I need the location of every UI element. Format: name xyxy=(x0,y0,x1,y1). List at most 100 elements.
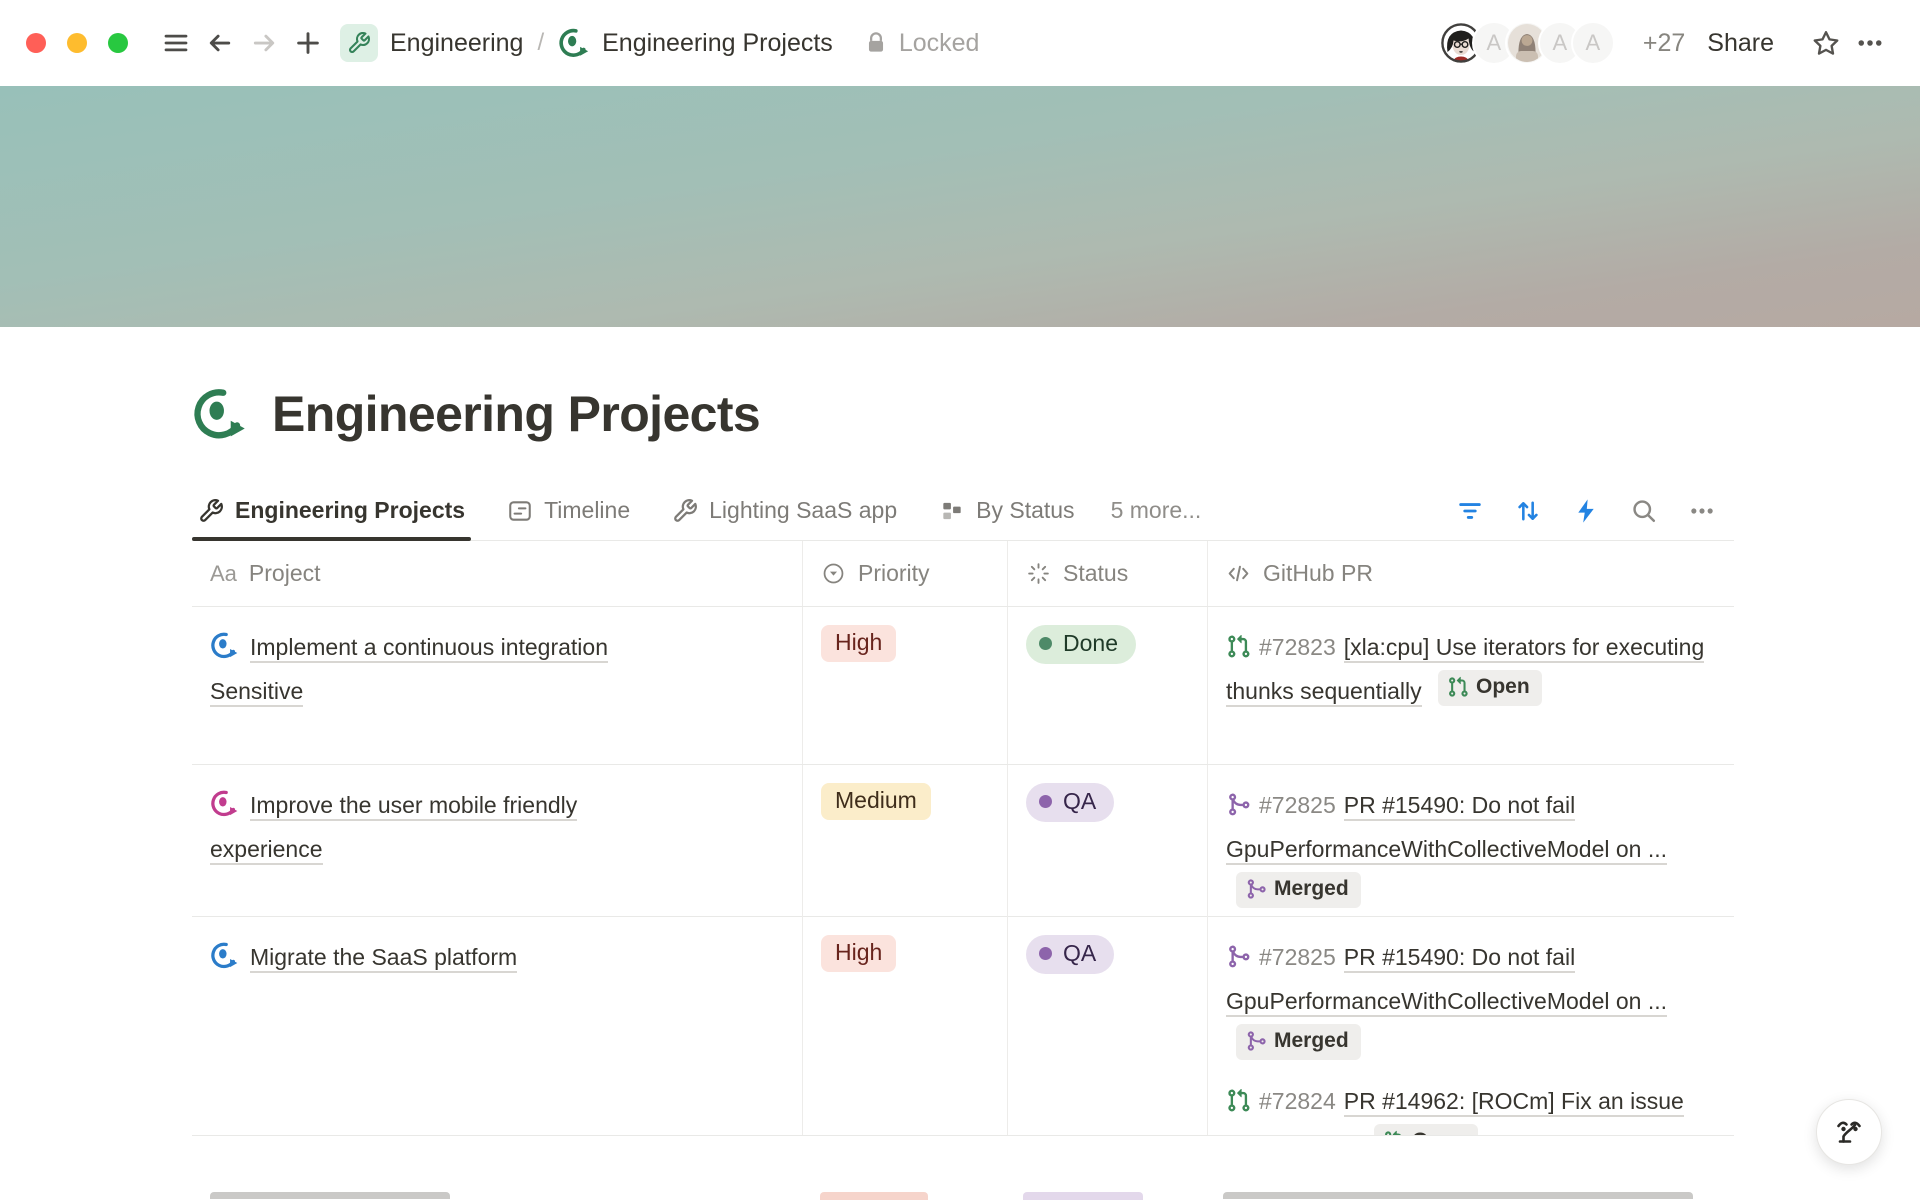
new-page-button[interactable] xyxy=(286,21,330,65)
favorite-button[interactable] xyxy=(1804,21,1848,65)
column-header-project[interactable]: Aa Project xyxy=(192,541,802,606)
github-pr-item: #72824PR #14962: [ROCm] Fix an issue wit… xyxy=(1226,1079,1720,1136)
table-header-row: Aa Project Priority Status GitHub PR xyxy=(192,541,1734,607)
tab-label: Engineering Projects xyxy=(235,497,465,524)
pull-request-icon xyxy=(1383,1130,1405,1136)
project-title-link[interactable]: Implement a continuous integration Sensi… xyxy=(210,634,608,707)
priority-tag[interactable]: High xyxy=(821,625,896,662)
column-header-priority[interactable]: Priority xyxy=(802,541,1007,606)
view-toolbar xyxy=(1448,481,1724,540)
sort-button[interactable] xyxy=(1506,489,1550,533)
pr-status-badge[interactable]: Merged xyxy=(1236,1024,1361,1060)
project-page-icon xyxy=(210,630,239,659)
tab-timeline[interactable]: Timeline xyxy=(501,481,636,540)
hammer-icon xyxy=(672,498,698,524)
top-bar: Engineering / Engineering Projects Locke… xyxy=(0,0,1920,86)
pr-badge-label: Open xyxy=(1412,1126,1466,1136)
wrench-icon xyxy=(198,498,224,524)
avatar[interactable]: A xyxy=(1571,21,1615,65)
locked-label: Locked xyxy=(899,29,980,58)
hamburger-icon xyxy=(161,28,191,58)
column-header-github-pr[interactable]: GitHub PR xyxy=(1207,541,1734,606)
tab-engineering-projects[interactable]: Engineering Projects xyxy=(192,481,471,540)
more-views-button[interactable]: 5 more... xyxy=(1111,497,1202,524)
ai-face-icon xyxy=(1829,1112,1869,1152)
filter-button[interactable] xyxy=(1448,489,1492,533)
close-window-button[interactable] xyxy=(26,33,46,53)
lock-icon xyxy=(863,30,889,56)
view-tab-bar: Engineering Projects Timeline Lighting S… xyxy=(192,481,1734,541)
tab-by-status[interactable]: By Status xyxy=(933,481,1080,540)
tab-label: Lighting SaaS app xyxy=(709,497,897,524)
page-title-icon[interactable] xyxy=(192,386,248,442)
code-icon xyxy=(1226,561,1251,586)
git-merge-icon xyxy=(1226,792,1251,817)
forward-button[interactable] xyxy=(242,21,286,65)
status-tag[interactable]: QA xyxy=(1026,783,1114,822)
status-dot xyxy=(1039,795,1052,808)
star-icon xyxy=(1811,28,1841,58)
pr-status-badge[interactable]: Open xyxy=(1438,670,1542,706)
column-label: Priority xyxy=(858,560,930,587)
git-merge-icon xyxy=(1226,944,1251,969)
project-page-icon xyxy=(210,940,239,969)
text-property-icon: Aa xyxy=(210,561,237,587)
breadcrumb-separator: / xyxy=(537,29,544,57)
wrench-icon xyxy=(347,31,371,55)
view-options-button[interactable] xyxy=(1680,489,1724,533)
github-pr-item: #72825PR #15490: Do not fail GpuPerforma… xyxy=(1226,783,1720,915)
pull-request-icon xyxy=(1226,1088,1251,1113)
page-options-button[interactable] xyxy=(1848,21,1892,65)
search-icon xyxy=(1630,497,1658,525)
pr-number: #72824 xyxy=(1259,1088,1336,1114)
project-title-link[interactable]: Migrate the SaaS platform xyxy=(250,944,517,973)
priority-tag[interactable]: Medium xyxy=(821,783,931,820)
back-button[interactable] xyxy=(198,21,242,65)
status-tag[interactable]: QA xyxy=(1026,935,1114,974)
table-row: Improve the user mobile friendly experie… xyxy=(192,765,1734,917)
status-tag[interactable]: Done xyxy=(1026,625,1136,664)
column-label: Status xyxy=(1063,560,1128,587)
search-button[interactable] xyxy=(1622,489,1666,533)
git-merge-icon xyxy=(1245,878,1267,900)
presence-avatars: A A A xyxy=(1439,21,1615,65)
pr-status-badge[interactable]: Merged xyxy=(1236,872,1361,908)
pr-number: #72825 xyxy=(1259,944,1336,970)
pull-request-icon xyxy=(1226,634,1251,659)
status-label: Done xyxy=(1063,630,1118,657)
pr-status-badge[interactable]: Open xyxy=(1374,1124,1478,1136)
tab-label: Timeline xyxy=(544,497,630,524)
tab-lighting-saas-app[interactable]: Lighting SaaS app xyxy=(666,481,903,540)
locked-indicator[interactable]: Locked xyxy=(863,29,980,58)
page-title-row: Engineering Projects xyxy=(192,383,1920,445)
breadcrumb-workspace[interactable]: Engineering xyxy=(390,29,523,58)
zoom-window-button[interactable] xyxy=(108,33,128,53)
workspace-icon[interactable] xyxy=(340,24,378,62)
priority-tag[interactable]: High xyxy=(821,935,896,972)
page-body: Engineering Projects Engineering Project… xyxy=(0,327,1920,1136)
notion-ai-button[interactable] xyxy=(1816,1099,1882,1165)
avatar-overflow-count[interactable]: +27 xyxy=(1643,29,1685,58)
project-title-link[interactable]: Improve the user mobile friendly experie… xyxy=(210,792,577,865)
plus-icon xyxy=(293,28,323,58)
table-row: Migrate the SaaS platform High QA #72825… xyxy=(192,917,1734,1136)
project-page-icon xyxy=(210,788,239,817)
table-row: Implement a continuous integration Sensi… xyxy=(192,607,1734,765)
status-dot xyxy=(1039,637,1052,650)
pr-badge-label: Merged xyxy=(1274,874,1349,904)
column-header-status[interactable]: Status xyxy=(1007,541,1207,606)
sidebar-toggle-button[interactable] xyxy=(154,21,198,65)
status-burst-icon xyxy=(1026,561,1051,586)
window-controls xyxy=(26,33,128,53)
status-label: QA xyxy=(1063,940,1096,967)
git-merge-icon xyxy=(1245,1030,1267,1052)
arrow-left-icon xyxy=(205,28,235,58)
automations-button[interactable] xyxy=(1564,489,1608,533)
projects-table: Aa Project Priority Status GitHub PR xyxy=(192,541,1734,1136)
share-button[interactable]: Share xyxy=(1707,29,1774,58)
minimize-window-button[interactable] xyxy=(67,33,87,53)
ellipsis-icon xyxy=(1855,28,1885,58)
tab-label: By Status xyxy=(976,497,1074,524)
github-pr-item: #72823[xla:cpu] Use iterators for execut… xyxy=(1226,625,1720,713)
breadcrumb-page[interactable]: Engineering Projects xyxy=(602,29,833,58)
